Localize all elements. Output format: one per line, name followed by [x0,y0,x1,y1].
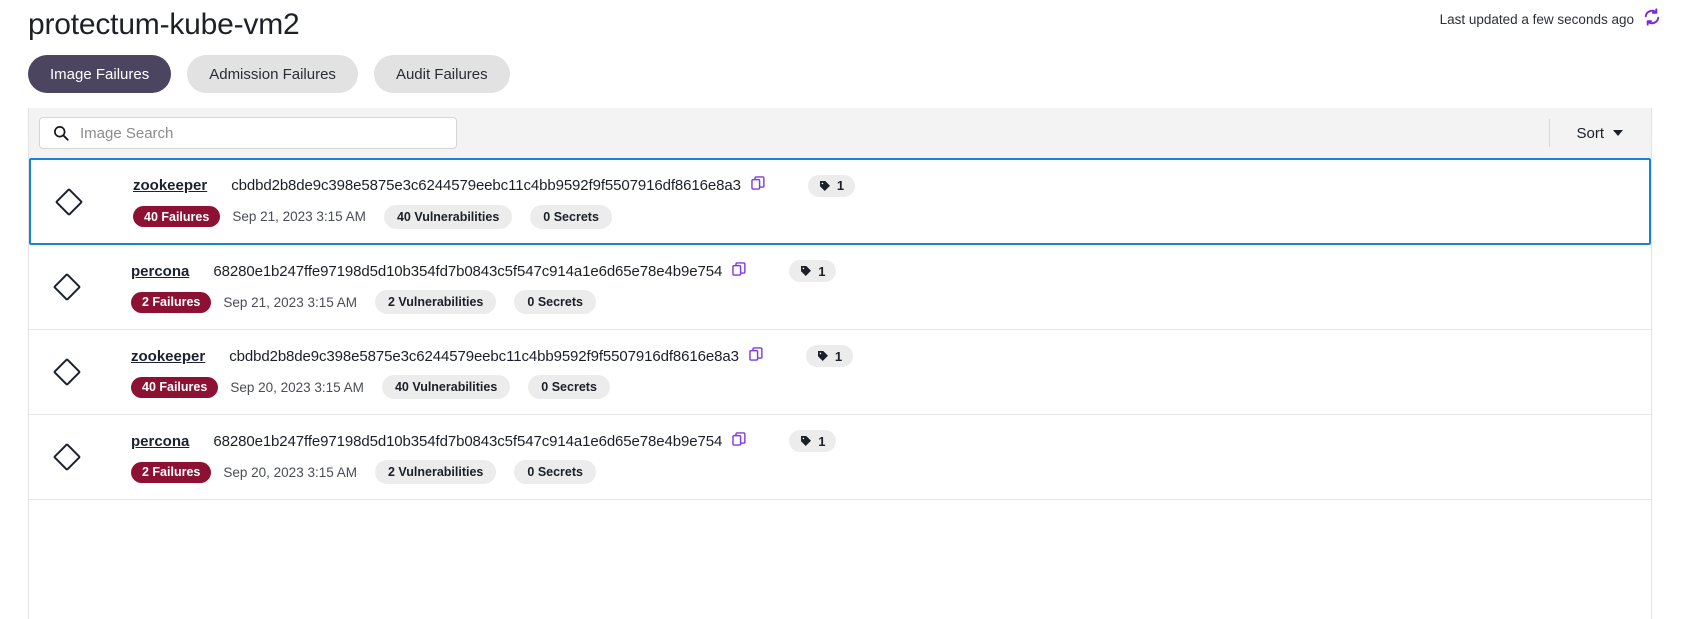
row-secondary-line: 2 Failures Sep 21, 2023 3:15 AM 2 Vulner… [131,290,1651,314]
repository-link[interactable]: zookeeper [133,177,207,194]
diamond-icon [54,187,84,216]
status-badge: 2 Failures [131,291,212,313]
vulnerabilities-pill: 2 Vulnerabilities [374,460,497,484]
chevron-down-icon [1613,130,1623,136]
diamond-icon [52,357,82,387]
scan-date: Sep 20, 2023 3:15 AM [230,379,364,395]
tag-icon [801,266,812,276]
copy-icon[interactable] [748,346,764,367]
row-icon-cell [52,442,107,472]
sort-label: Sort [1576,124,1604,142]
secrets-pill: 0 Secrets [530,204,612,229]
tag-icon [801,436,812,446]
repository-link[interactable]: zookeeper [131,348,205,365]
tab-audit-failures[interactable]: Audit Failures [373,55,510,93]
tag-count: 1 [818,263,826,279]
image-digest: 68280e1b247ffe97198d5d10b354fd7b0843c5f5… [213,262,723,280]
secrets-pill: 0 Secrets [528,375,610,399]
table-row[interactable]: percona 68280e1b247ffe97198d5d10b354fd7b… [29,415,1651,500]
toolbar-divider [1549,119,1551,147]
image-digest: cbdbd2b8de9c398e5875e3c6244579eebc11c4bb… [231,177,741,194]
search-input[interactable] [39,117,457,149]
tag-count: 1 [818,433,826,449]
last-updated-group: Last updated a few seconds ago [1439,7,1662,32]
vulnerabilities-pill: 40 Vulnerabilities [383,204,513,229]
status-badge: 40 Failures [131,376,219,398]
page-root: protectum-kube-vm2 Last updated a few se… [0,0,1690,619]
image-failures-card: Sort zookeeper cbdbd2b8de9c398e5875e3c62… [28,108,1652,619]
table-row[interactable]: percona 68280e1b247ffe97198d5d10b354fd7b… [29,245,1651,330]
row-primary-line: zookeeper cbdbd2b8de9c398e5875e3c6244579… [133,174,1649,197]
refresh-icon[interactable] [1642,7,1662,32]
last-updated-text: Last updated a few seconds ago [1439,11,1634,27]
row-content: percona 68280e1b247ffe97198d5d10b354fd7b… [107,430,1651,484]
page-title: protectum-kube-vm2 [28,8,300,41]
row-icon-cell [54,187,109,216]
diamond-icon [52,272,82,302]
diamond-icon [52,442,82,472]
list-toolbar: Sort [29,108,1651,158]
image-digest: 68280e1b247ffe97198d5d10b354fd7b0843c5f5… [213,432,723,450]
row-primary-line: percona 68280e1b247ffe97198d5d10b354fd7b… [131,430,1651,452]
tag-count-pill: 1 [807,174,856,197]
row-primary-line: zookeeper cbdbd2b8de9c398e5875e3c6244579… [131,345,1651,367]
scan-date: Sep 20, 2023 3:15 AM [223,464,357,480]
scan-date: Sep 21, 2023 3:15 AM [223,294,357,310]
image-failure-list: zookeeper cbdbd2b8de9c398e5875e3c6244579… [29,158,1651,619]
row-icon-cell [52,272,107,302]
row-content: percona 68280e1b247ffe97198d5d10b354fd7b… [107,260,1651,314]
table-row[interactable]: zookeeper cbdbd2b8de9c398e5875e3c6244579… [29,158,1651,245]
tag-icon [819,180,830,191]
copy-icon[interactable] [731,431,747,452]
vulnerabilities-pill: 2 Vulnerabilities [374,290,497,314]
copy-icon[interactable] [731,261,747,282]
tag-count: 1 [836,178,845,193]
failure-type-tabs: Image Failures Admission Failures Audit … [28,55,510,93]
repository-link[interactable]: percona [131,263,189,280]
scan-date: Sep 21, 2023 3:15 AM [232,209,366,224]
page-header: protectum-kube-vm2 Last updated a few se… [0,0,1690,52]
row-secondary-line: 40 Failures Sep 20, 2023 3:15 AM 40 Vuln… [131,375,1651,399]
status-badge: 40 Failures [133,206,221,227]
vulnerabilities-pill: 40 Vulnerabilities [381,375,511,399]
secrets-pill: 0 Secrets [514,290,596,314]
toolbar-right-group: Sort [1549,108,1651,158]
search-wrapper [39,117,457,149]
secrets-pill: 0 Secrets [514,460,596,484]
row-secondary-line: 2 Failures Sep 20, 2023 3:15 AM 2 Vulner… [131,460,1651,484]
row-content: zookeeper cbdbd2b8de9c398e5875e3c6244579… [109,174,1649,229]
table-row[interactable]: zookeeper cbdbd2b8de9c398e5875e3c6244579… [29,330,1651,415]
row-primary-line: percona 68280e1b247ffe97198d5d10b354fd7b… [131,260,1651,282]
list-empty-area [29,500,1651,619]
tab-image-failures[interactable]: Image Failures [28,55,172,93]
row-content: zookeeper cbdbd2b8de9c398e5875e3c6244579… [107,345,1651,399]
row-secondary-line: 40 Failures Sep 21, 2023 3:15 AM 40 Vuln… [133,204,1649,229]
copy-icon[interactable] [750,175,766,196]
tag-count: 1 [834,348,843,364]
tag-count-pill: 1 [805,345,854,367]
tag-count-pill: 1 [789,430,837,452]
tag-icon [817,351,828,361]
status-badge: 2 Failures [131,461,212,483]
tag-count-pill: 1 [789,260,837,282]
tab-admission-failures[interactable]: Admission Failures [187,55,358,93]
sort-button[interactable]: Sort [1554,108,1651,158]
image-digest: cbdbd2b8de9c398e5875e3c6244579eebc11c4bb… [229,347,739,365]
row-icon-cell [52,357,107,387]
repository-link[interactable]: percona [131,433,189,450]
